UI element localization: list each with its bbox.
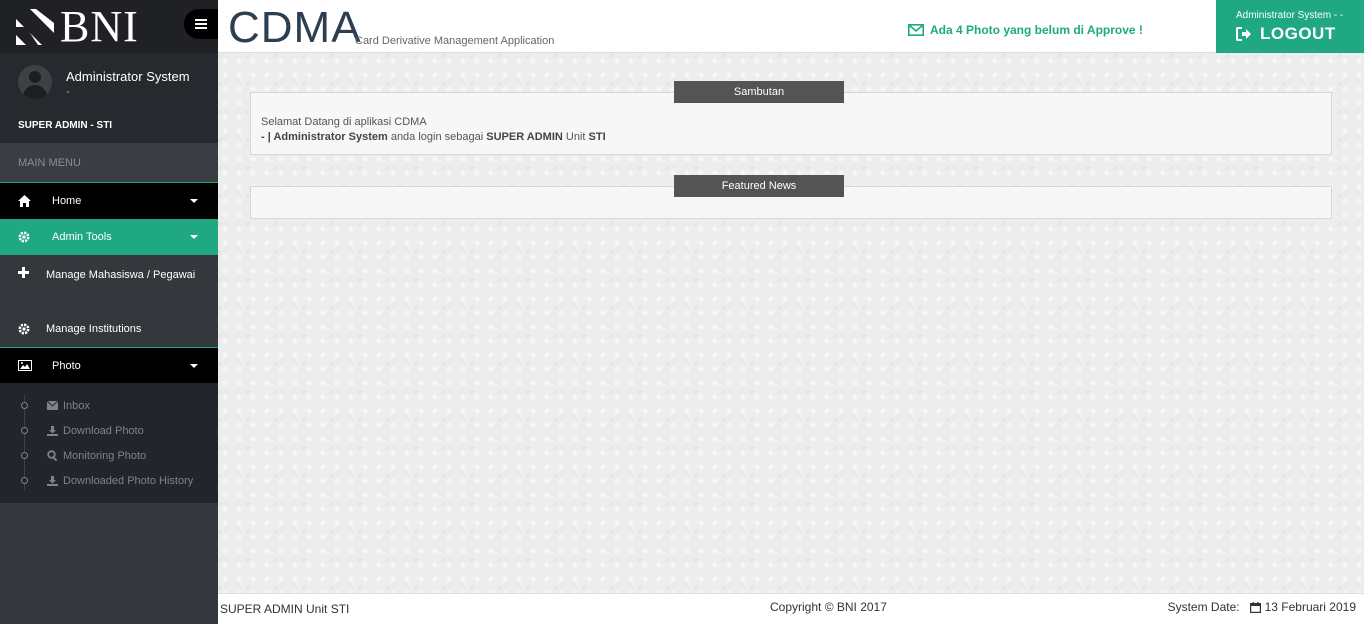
sidebar-item-label: Manage Mahasiswa / Pegawai xyxy=(46,269,196,281)
sidebar-item-admin-tools[interactable]: Admin Tools xyxy=(0,219,218,255)
top-header: CDMA Card Derivative Management Applicat… xyxy=(218,0,1364,53)
calendar-icon xyxy=(1249,601,1261,613)
system-date-label: System Date: xyxy=(1167,600,1240,614)
sidebar-item-photo[interactable]: Photo xyxy=(0,347,218,383)
photo-approval-notification[interactable]: Ada 4 Photo yang belum di Approve ! xyxy=(908,23,1143,37)
user-panel: Administrator System - SUPER ADMIN - STI xyxy=(0,53,218,143)
image-icon xyxy=(0,360,52,371)
system-date-value: 13 Februari 2019 xyxy=(1264,600,1356,614)
user-subtitle: - xyxy=(66,86,70,98)
user-name: Administrator System xyxy=(66,69,190,84)
sidebar-item-manage-institutions[interactable]: Manage Institutions xyxy=(0,311,218,347)
chevron-down-icon xyxy=(190,199,198,203)
footer: SUPER ADMIN Unit STI Copyright © BNI 201… xyxy=(218,593,1364,624)
app-title: CDMA xyxy=(228,3,362,52)
login-prefix: - | xyxy=(261,131,274,143)
sign-out-icon xyxy=(1236,27,1252,41)
logout-label: LOGOUT xyxy=(1260,24,1336,43)
main-menu-label: MAIN MENU xyxy=(0,143,218,183)
welcome-text: Selamat Datang di aplikasi CDMA xyxy=(261,116,427,128)
gear-icon xyxy=(0,231,52,243)
login-role: SUPER ADMIN xyxy=(486,131,563,143)
search-icon xyxy=(47,450,63,461)
logo-bar: BNI xyxy=(0,0,218,53)
user-role: SUPER ADMIN - STI xyxy=(18,120,113,131)
plus-icon xyxy=(18,265,46,285)
hamburger-icon xyxy=(195,23,207,25)
sidebar-item-label: Home xyxy=(52,195,82,207)
chevron-down-icon xyxy=(190,364,198,368)
sidebar: BNI Administrator System - SUPER ADMIN -… xyxy=(0,0,218,624)
sidebar-item-label: Downloaded Photo History xyxy=(63,474,194,487)
sidebar-item-label: Inbox xyxy=(63,399,90,412)
footer-unit: SUPER ADMIN Unit STI xyxy=(220,602,350,616)
notification-text: Ada 4 Photo yang belum di Approve ! xyxy=(930,23,1143,37)
sidebar-item-label: Monitoring Photo xyxy=(63,449,147,462)
photo-submenu: Inbox Download Photo Monitoring Photo Do… xyxy=(0,383,218,503)
home-icon xyxy=(0,195,52,207)
footer-copyright: Copyright © BNI 2017 xyxy=(770,600,887,614)
main-content: Selamat Datang di aplikasi CDMA - | Admi… xyxy=(218,54,1364,593)
sidebar-item-download-photo[interactable]: Download Photo xyxy=(0,418,218,443)
sidebar-item-home[interactable]: Home xyxy=(0,183,218,219)
sidebar-item-manage-mahasiswa[interactable]: Manage Mahasiswa / Pegawai xyxy=(0,255,218,311)
sidebar-item-label: Download Photo xyxy=(63,424,144,437)
sidebar-item-label: Admin Tools xyxy=(52,231,112,243)
sidebar-item-inbox[interactable]: Inbox xyxy=(0,393,218,418)
chevron-down-icon xyxy=(190,235,198,239)
download-icon xyxy=(47,425,63,436)
sidebar-item-downloaded-history[interactable]: Downloaded Photo History xyxy=(0,468,218,493)
sidebar-item-label: Photo xyxy=(52,359,81,372)
gear-icon xyxy=(18,323,46,335)
sidebar-toggle-button[interactable] xyxy=(184,9,218,39)
login-unit-word: Unit xyxy=(562,131,589,143)
login-unit: STI xyxy=(588,131,606,143)
envelope-icon xyxy=(908,24,924,36)
envelope-icon xyxy=(47,401,63,410)
sambutan-title: Sambutan xyxy=(674,81,844,103)
logo-text: BNI xyxy=(60,1,139,51)
login-mid: anda login sebagai xyxy=(387,131,487,143)
featured-news-title: Featured News xyxy=(674,175,844,197)
footer-system-date: System Date: 13 Februari 2019 xyxy=(1168,600,1356,614)
bni-logo-icon xyxy=(16,8,54,45)
download-icon xyxy=(47,475,63,486)
app-subtitle: Card Derivative Management Application xyxy=(355,35,555,47)
avatar xyxy=(18,65,52,99)
sidebar-item-monitoring-photo[interactable]: Monitoring Photo xyxy=(0,443,218,468)
logout-user-name: Administrator System - - xyxy=(1236,10,1344,21)
login-user: Administrator System xyxy=(273,131,388,143)
login-info: - | Administrator System anda login seba… xyxy=(261,131,606,143)
sidebar-item-label: Manage Institutions xyxy=(46,323,142,335)
logout-button[interactable]: Administrator System - - LOGOUT xyxy=(1216,0,1364,53)
